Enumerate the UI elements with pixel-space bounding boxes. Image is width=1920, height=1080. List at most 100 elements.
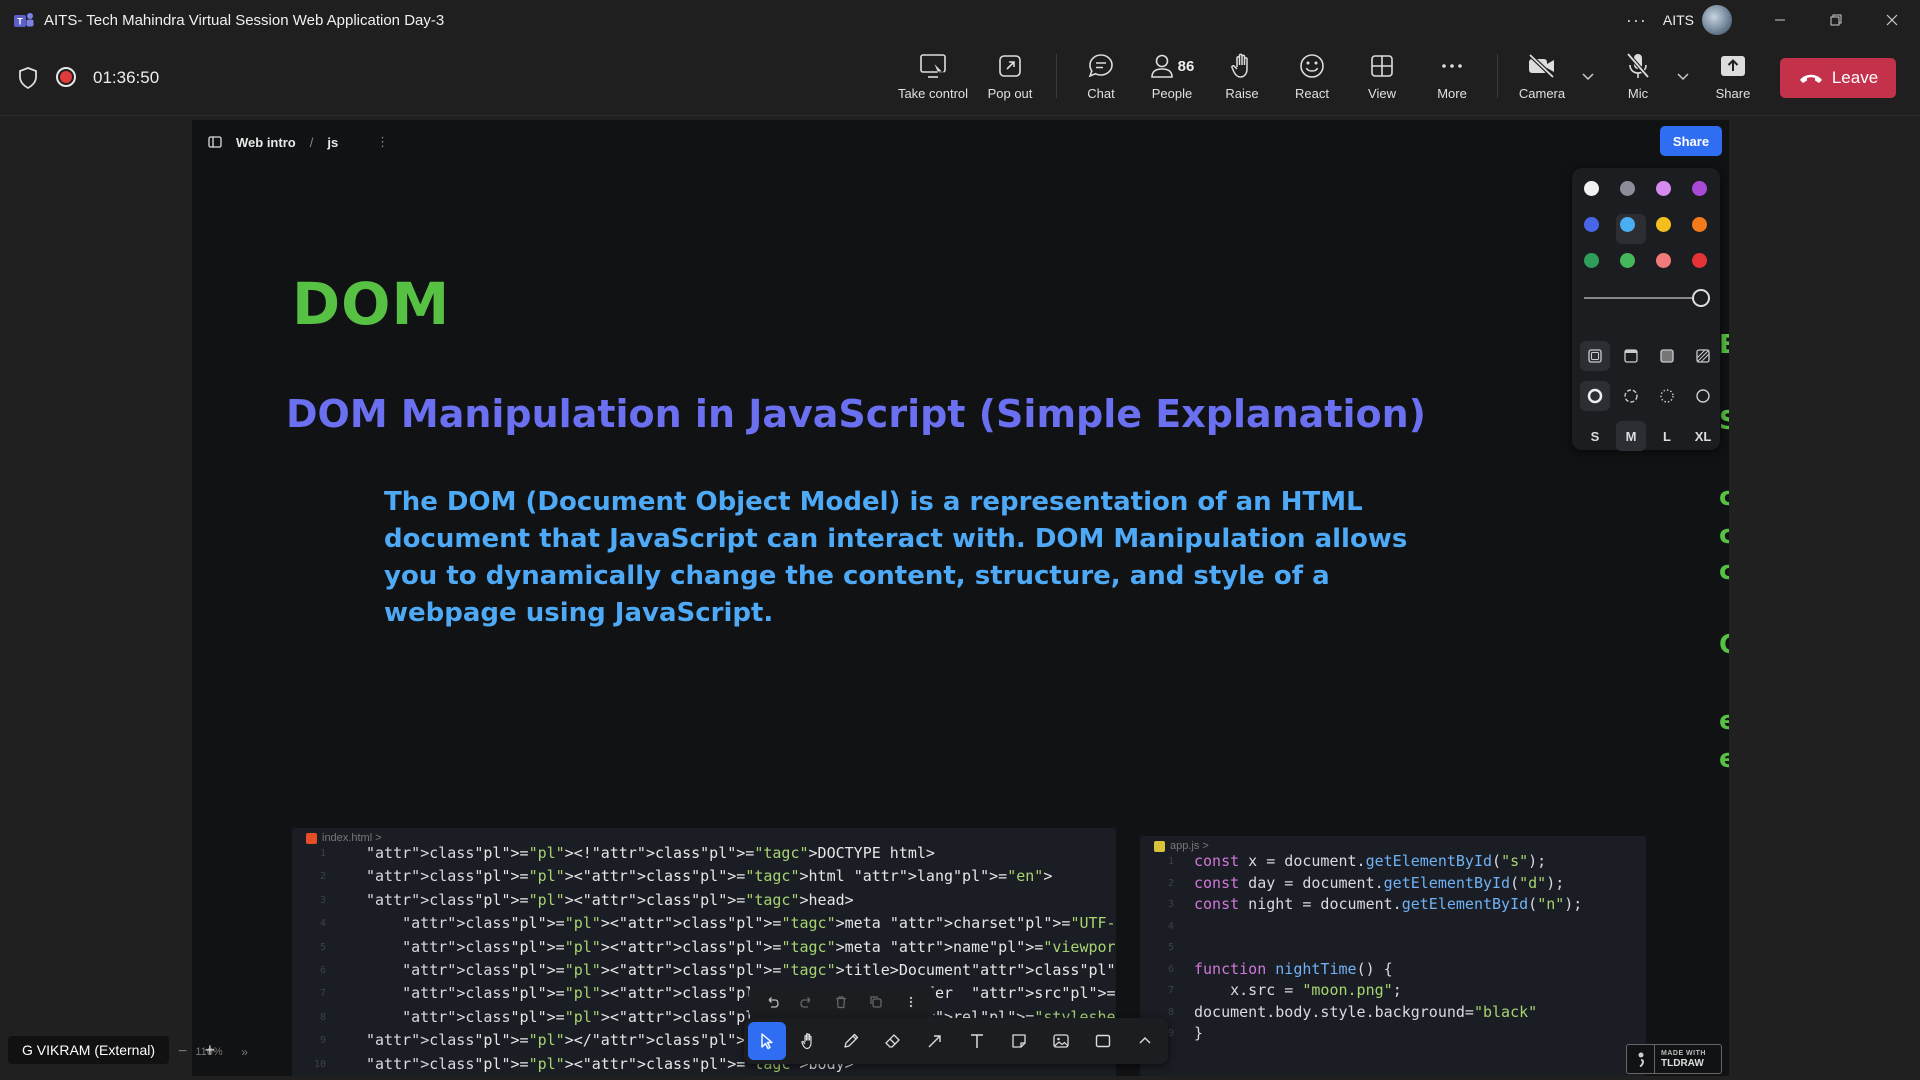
color-swatch[interactable] [1584,253,1599,268]
more-vertical-icon[interactable] [904,995,918,1009]
title-bar: T AITS- Tech Mahindra Virtual Session We… [0,0,1920,40]
opacity-slider-handle[interactable] [1692,289,1710,307]
shield-icon[interactable] [18,67,38,89]
zoom-out-icon[interactable]: − [178,1043,187,1061]
dash-dotted-icon [1660,389,1674,403]
eraser-tool-button[interactable] [874,1022,912,1060]
line-number: 1 [319,848,326,859]
mic-button[interactable]: Mic [1600,50,1676,110]
line-number: 6 [319,965,326,976]
color-swatch[interactable] [1620,181,1635,196]
dash-dotted-button[interactable] [1652,381,1682,411]
line-number: 3 [319,894,326,906]
dash-draw-button[interactable] [1580,381,1610,411]
people-button[interactable]: 86 People [1134,50,1210,110]
rectangle-tool-button[interactable] [1084,1022,1122,1060]
fill-none-button[interactable] [1580,341,1610,371]
color-swatch[interactable] [1656,217,1671,232]
close-icon [1886,14,1898,26]
line-number: 6 [1167,963,1174,975]
fill-semi-icon [1624,349,1638,363]
canvas-share-button[interactable]: Share [1660,126,1722,156]
code-line: "attr">class"pl">="pl"><"attr">class"pl"… [366,890,854,909]
undo-icon[interactable] [765,995,779,1009]
code-line: x.src = "moon.png"; [1194,981,1402,999]
chat-button[interactable]: Chat [1063,50,1139,110]
note-tool-button[interactable] [1000,1022,1038,1060]
account-name[interactable]: AITS [1663,12,1694,28]
color-swatch[interactable] [1584,181,1599,196]
minimize-button[interactable] [1752,0,1808,40]
size-s-button[interactable]: S [1580,421,1610,451]
color-swatch[interactable] [1692,217,1707,232]
camera-button[interactable]: Camera [1504,50,1580,110]
close-button[interactable] [1864,0,1920,40]
restore-button[interactable] [1808,0,1864,40]
opacity-slider-track[interactable] [1584,297,1698,299]
more-tools-button[interactable] [1126,1022,1164,1060]
media-tool-button[interactable] [1042,1022,1080,1060]
share-screen-button[interactable]: Share [1695,50,1771,110]
leave-button[interactable]: Leave [1780,58,1896,98]
size-l-button[interactable]: L [1652,421,1682,451]
made-with-tldraw-badge[interactable]: MADE WITH TLDRAW [1626,1044,1722,1074]
expand-chevrons-icon[interactable]: » [241,1045,248,1059]
edge-letter: E [1719,330,1729,360]
line-number: 9 [319,1035,326,1047]
tldraw-logo-icon [1627,1045,1655,1073]
color-swatch[interactable] [1656,253,1671,268]
shared-screen: Web intro / js ⋮ Share DOM DOM Manipulat… [0,116,1920,1080]
zoom-in-icon[interactable]: + [205,1040,216,1061]
hand-tool-button[interactable] [790,1022,828,1060]
line-number: 5 [319,941,326,953]
js-file-icon [1154,840,1165,852]
edge-letter: e [1719,706,1729,736]
redo-icon[interactable] [800,995,814,1009]
dash-solid-button[interactable] [1688,381,1718,411]
view-label: View [1368,86,1396,101]
breadcrumb-separator: / [309,134,314,150]
color-swatch[interactable] [1692,253,1707,268]
camera-options-chevron-down-icon[interactable] [1582,70,1594,84]
more-options-icon[interactable]: ··· [1626,10,1647,31]
fill-semi-button[interactable] [1616,341,1646,371]
code-line: "attr">class"pl">="pl"><!"attr">class"pl… [366,844,935,862]
text-tool-button[interactable] [958,1022,996,1060]
react-button[interactable]: React [1274,50,1350,110]
react-label: React [1295,86,1329,101]
sidebar-toggle-icon[interactable] [208,136,222,148]
take-control-button[interactable]: Take control [895,50,971,110]
color-swatch[interactable] [1656,181,1671,196]
avatar[interactable] [1702,5,1732,35]
raise-hand-button[interactable]: Raise [1204,50,1280,110]
mic-options-chevron-down-icon[interactable] [1677,70,1689,84]
size-xl-button[interactable]: XL [1688,421,1718,451]
more-button[interactable]: More [1414,50,1490,110]
participant-name-label: G VIKRAM (External) [8,1036,170,1064]
color-swatch[interactable] [1620,253,1635,268]
fill-pattern-button[interactable] [1688,341,1718,371]
color-swatch[interactable] [1692,181,1707,196]
draw-tool-button[interactable] [832,1022,870,1060]
trash-icon[interactable] [834,995,848,1009]
share-label: Share [1715,86,1751,101]
arrow-tool-button[interactable] [916,1022,954,1060]
toolbar-divider [1497,54,1498,98]
duplicate-icon[interactable] [869,995,883,1009]
tldraw-canvas[interactable]: Web intro / js ⋮ Share DOM DOM Manipulat… [192,120,1729,1076]
color-swatch[interactable] [1620,217,1635,232]
view-button[interactable]: View [1344,50,1420,110]
line-number: 4 [319,918,326,930]
dash-dashed-button[interactable] [1616,381,1646,411]
arrow-icon [928,1035,941,1048]
selection-actions-bar [749,986,934,1018]
breadcrumb-more-icon[interactable]: ⋮ [376,134,389,150]
size-m-button[interactable]: M [1616,421,1646,451]
image-icon [1053,1034,1069,1048]
pop-out-button[interactable]: Pop out [972,50,1048,110]
select-tool-button[interactable] [748,1022,786,1060]
breadcrumb-page[interactable]: Web intro [236,135,296,150]
fill-solid-button[interactable] [1652,341,1682,371]
breadcrumb-file[interactable]: js [327,135,338,150]
color-swatch[interactable] [1584,217,1599,232]
